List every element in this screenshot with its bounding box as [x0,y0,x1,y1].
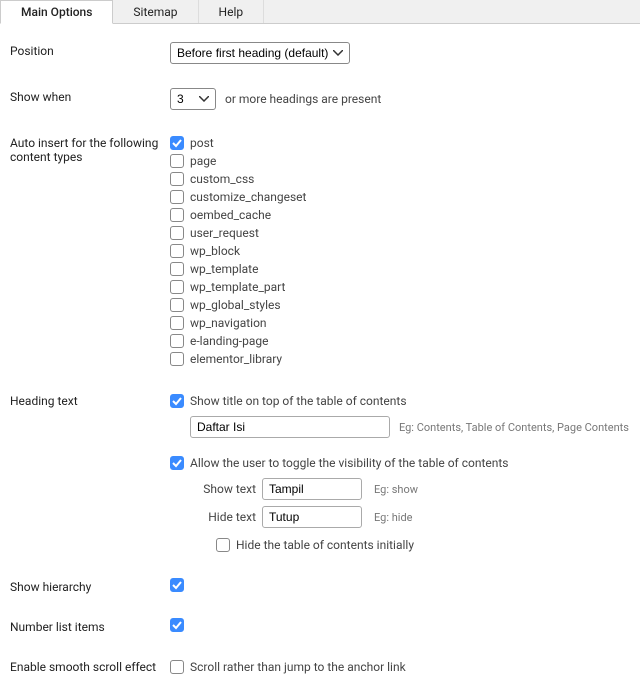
content-type-label: wp_template_part [190,278,285,296]
input-show-text[interactable] [262,478,362,500]
content-type-label: wp_template [190,260,258,278]
content-type-row: oembed_cache [170,206,630,224]
tab-bar: Main Options Sitemap Help [0,0,640,24]
label-position: Position [10,42,170,58]
checkbox-content-type-wp_global_styles[interactable] [170,298,184,312]
checkbox-number-list[interactable] [170,618,184,632]
checkbox-content-type-customize_changeset[interactable] [170,190,184,204]
label-show-when: Show when [10,88,170,104]
content-type-label: user_request [190,224,259,242]
tab-main-options[interactable]: Main Options [0,0,113,24]
checkbox-content-type-user_request[interactable] [170,226,184,240]
content-type-label: wp_navigation [190,314,267,332]
content-type-row: wp_template_part [170,278,630,296]
smooth-scroll-text: Scroll rather than jump to the anchor li… [190,658,406,676]
input-hide-text[interactable] [262,506,362,528]
show-text-label: Show text [196,482,256,496]
show-text-hint: Eg: show [374,483,418,496]
select-show-when[interactable]: 3 [170,88,216,110]
checkbox-show-hierarchy[interactable] [170,578,184,592]
form-area: Position Before first heading (default) … [0,24,640,692]
content-type-label: wp_global_styles [190,296,281,314]
checkbox-content-type-wp_navigation[interactable] [170,316,184,330]
checkbox-content-type-custom_css[interactable] [170,172,184,186]
row-show-when: Show when 3 or more headings are present [10,88,630,110]
row-position: Position Before first heading (default) [10,42,630,64]
select-position[interactable]: Before first heading (default) [170,42,350,64]
content-type-label: page [190,152,216,170]
hide-text-label: Hide text [196,510,256,524]
label-auto-insert: Auto insert for the following content ty… [10,134,170,164]
checkbox-content-type-wp_template[interactable] [170,262,184,276]
tab-sitemap[interactable]: Sitemap [113,0,198,23]
content-type-label: custom_css [190,170,254,188]
hide-initially-label: Hide the table of contents initially [236,536,414,554]
checkbox-content-type-wp_block[interactable] [170,244,184,258]
checkbox-content-type-page[interactable] [170,154,184,168]
content-type-row: e-landing-page [170,332,630,350]
checkbox-content-type-post[interactable] [170,136,184,150]
content-type-row: wp_navigation [170,314,630,332]
content-type-label: post [190,134,214,152]
checkbox-content-type-wp_template_part[interactable] [170,280,184,294]
content-type-row: page [170,152,630,170]
content-type-row: elementor_library [170,350,630,368]
content-type-row: wp_block [170,242,630,260]
checkbox-show-title[interactable] [170,394,184,408]
checkbox-content-type-e-landing-page[interactable] [170,334,184,348]
content-type-label: wp_block [190,242,240,260]
content-type-row: wp_global_styles [170,296,630,314]
checkbox-content-type-elementor_library[interactable] [170,352,184,366]
content-type-label: oembed_cache [190,206,271,224]
checkbox-smooth-scroll[interactable] [170,660,184,674]
label-smooth-scroll: Enable smooth scroll effect [10,658,170,674]
content-type-label: customize_changeset [190,188,306,206]
tab-help[interactable]: Help [199,0,265,23]
content-type-label: elementor_library [190,350,282,368]
row-show-hierarchy: Show hierarchy [10,578,630,594]
show-when-suffix: or more headings are present [225,92,381,106]
checkbox-hide-initially[interactable] [216,538,230,552]
label-show-hierarchy: Show hierarchy [10,578,170,594]
content-type-row: wp_template [170,260,630,278]
hide-text-hint: Eg: hide [374,511,413,524]
content-type-row: user_request [170,224,630,242]
row-smooth-scroll: Enable smooth scroll effect Scroll rathe… [10,658,630,676]
row-number-list: Number list items [10,618,630,634]
show-title-label: Show title on top of the table of conten… [190,392,407,410]
input-heading-title[interactable] [190,416,390,438]
checkbox-content-type-oembed_cache[interactable] [170,208,184,222]
row-heading-text: Heading text Show title on top of the ta… [10,392,630,554]
label-heading-text: Heading text [10,392,170,408]
heading-title-hint: Eg: Contents, Table of Contents, Page Co… [399,421,629,434]
label-number-list: Number list items [10,618,170,634]
content-type-label: e-landing-page [190,332,269,350]
content-type-row: custom_css [170,170,630,188]
content-type-row: post [170,134,630,152]
content-type-row: customize_changeset [170,188,630,206]
checkbox-allow-toggle[interactable] [170,456,184,470]
row-auto-insert: Auto insert for the following content ty… [10,134,630,368]
allow-toggle-label: Allow the user to toggle the visibility … [190,454,509,472]
